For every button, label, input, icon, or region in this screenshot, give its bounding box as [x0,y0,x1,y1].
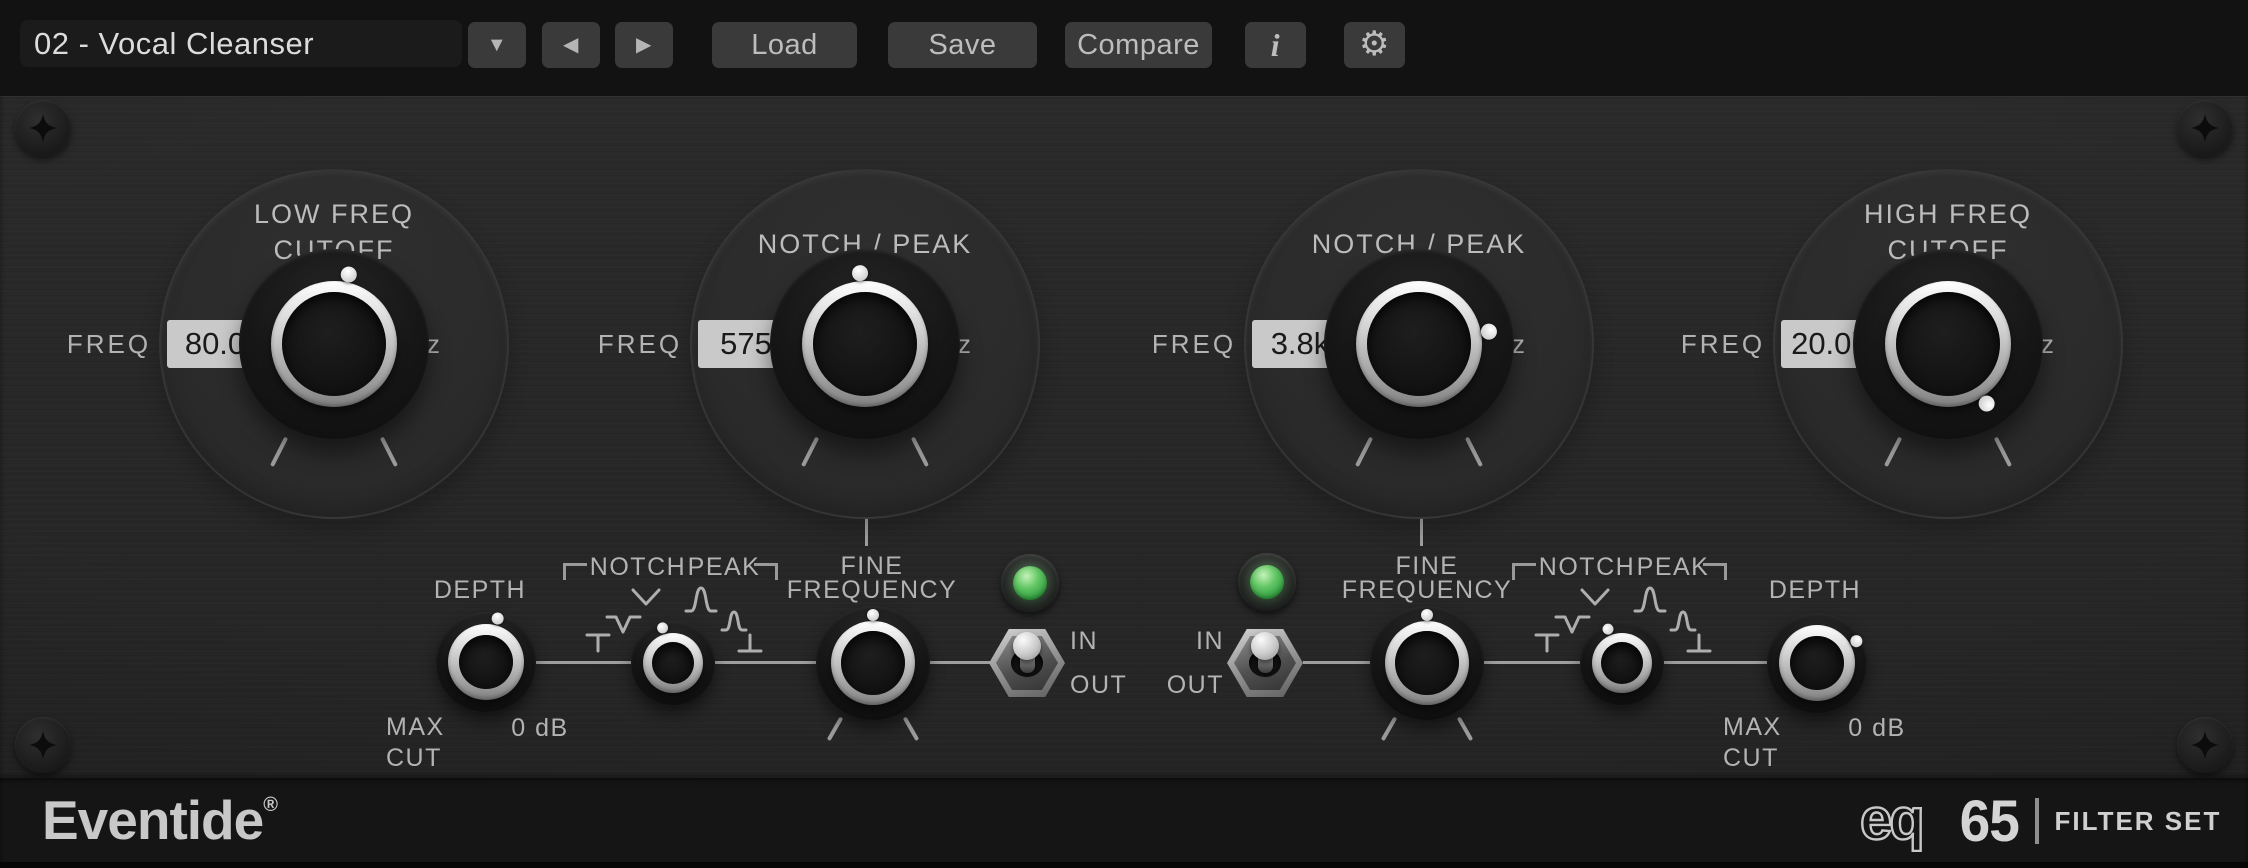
fine-frequency-knob-left-ring[interactable] [831,621,915,705]
bottom-edge [0,862,2248,868]
zero-db-label: 0 dB [1832,714,1922,743]
fine-frequency-knob-right-ring[interactable] [1385,621,1469,705]
depth-knob-left-ring[interactable] [448,624,524,700]
connector-line [930,661,992,664]
connector-line [1484,661,1580,664]
freq-label: FREQ [585,331,695,357]
switch-lever-ball[interactable] [1013,632,1041,660]
in-out-switch-left[interactable] [989,629,1065,697]
zero-db-label: 0 dB [495,714,585,743]
next-preset-button[interactable]: ▶ [615,22,673,68]
screw-icon [15,100,71,156]
led-on-indicator [1250,565,1284,599]
knob-center [813,292,917,396]
svg-text:eq: eq [1860,790,1922,852]
freq-label: FREQ [54,331,164,357]
eventide-logo: Eventide® [42,788,278,852]
eq-outline-logo: eq [1858,790,1958,852]
toolbar: 02 - Vocal Cleanser ▼ ◀ ▶ Load Save Comp… [0,0,2248,96]
screw-icon [2177,717,2233,773]
knob-center [1367,292,1471,396]
knob-center [459,635,513,689]
out-label: OUT [1134,671,1224,700]
bypass-led-right [1238,553,1296,611]
plugin-window: 02 - Vocal Cleanser ▼ ◀ ▶ Load Save Comp… [0,0,2248,868]
info-button[interactable]: i [1245,22,1306,68]
model-number: 65 [1960,788,2019,855]
preset-name-field[interactable]: 02 - Vocal Cleanser [20,20,462,67]
switch-lever-ball[interactable] [1251,632,1279,660]
gear-icon: ⚙ [1359,25,1390,63]
chevron-down-icon: ▼ [487,34,507,56]
save-button[interactable]: Save [888,22,1037,68]
knob-center [652,642,694,684]
compare-button[interactable]: Compare [1065,22,1212,68]
notch-peak-selector-right-ring[interactable] [1592,633,1652,693]
fine-frequency-label: FINE FREQUENCY [772,554,972,602]
knob-center [841,631,905,695]
connector-line [715,661,816,664]
connector-line [536,661,631,664]
freq-label: FREQ [1668,331,1778,357]
in-out-switch-right[interactable] [1227,629,1303,697]
arrow-left-icon: ◀ [563,34,579,56]
notch-peak-1-knob-ring[interactable] [802,281,928,407]
in-label: IN [1134,627,1224,656]
product-name: FILTER SET [2055,806,2222,837]
depth-label: DEPTH [380,576,580,605]
preset-dropdown-button[interactable]: ▼ [468,22,526,68]
depth-knob-right-ring[interactable] [1779,625,1855,701]
max-cut-label: MAX CUT [1723,712,1843,774]
knob-center [1790,636,1844,690]
connector-line [1664,661,1767,664]
connector-line [1303,661,1370,664]
fine-frequency-label: FINE FREQUENCY [1327,554,1527,602]
max-cut-label: MAX CUT [386,712,506,774]
knob-pointer-dot [867,609,879,621]
knob-center [1896,292,2000,396]
freq-label: FREQ [1139,331,1249,357]
knob-pointer-dot [1421,609,1433,621]
knob-center [1395,631,1459,695]
notch-peak-2-knob-ring[interactable] [1356,281,1482,407]
registered-trademark-icon: ® [263,794,278,816]
bypass-led-left [1001,554,1059,612]
load-button[interactable]: Load [712,22,857,68]
screw-icon [15,717,71,773]
product-badge: eq 65 FILTER SET [1858,790,2221,852]
led-on-indicator [1013,566,1047,600]
badge-divider [2035,798,2039,844]
arrow-right-icon: ▶ [636,34,652,56]
high-cutoff-knob-ring[interactable] [1885,281,2011,407]
depth-label: DEPTH [1715,576,1915,605]
screw-icon [2177,100,2233,156]
settings-button[interactable]: ⚙ [1344,22,1405,68]
knob-center [1601,642,1643,684]
notch-peak-selector-left-ring[interactable] [643,633,703,693]
prev-preset-button[interactable]: ◀ [542,22,600,68]
info-icon: i [1271,27,1280,63]
low-cutoff-knob-ring[interactable] [271,281,397,407]
knob-center [282,292,386,396]
